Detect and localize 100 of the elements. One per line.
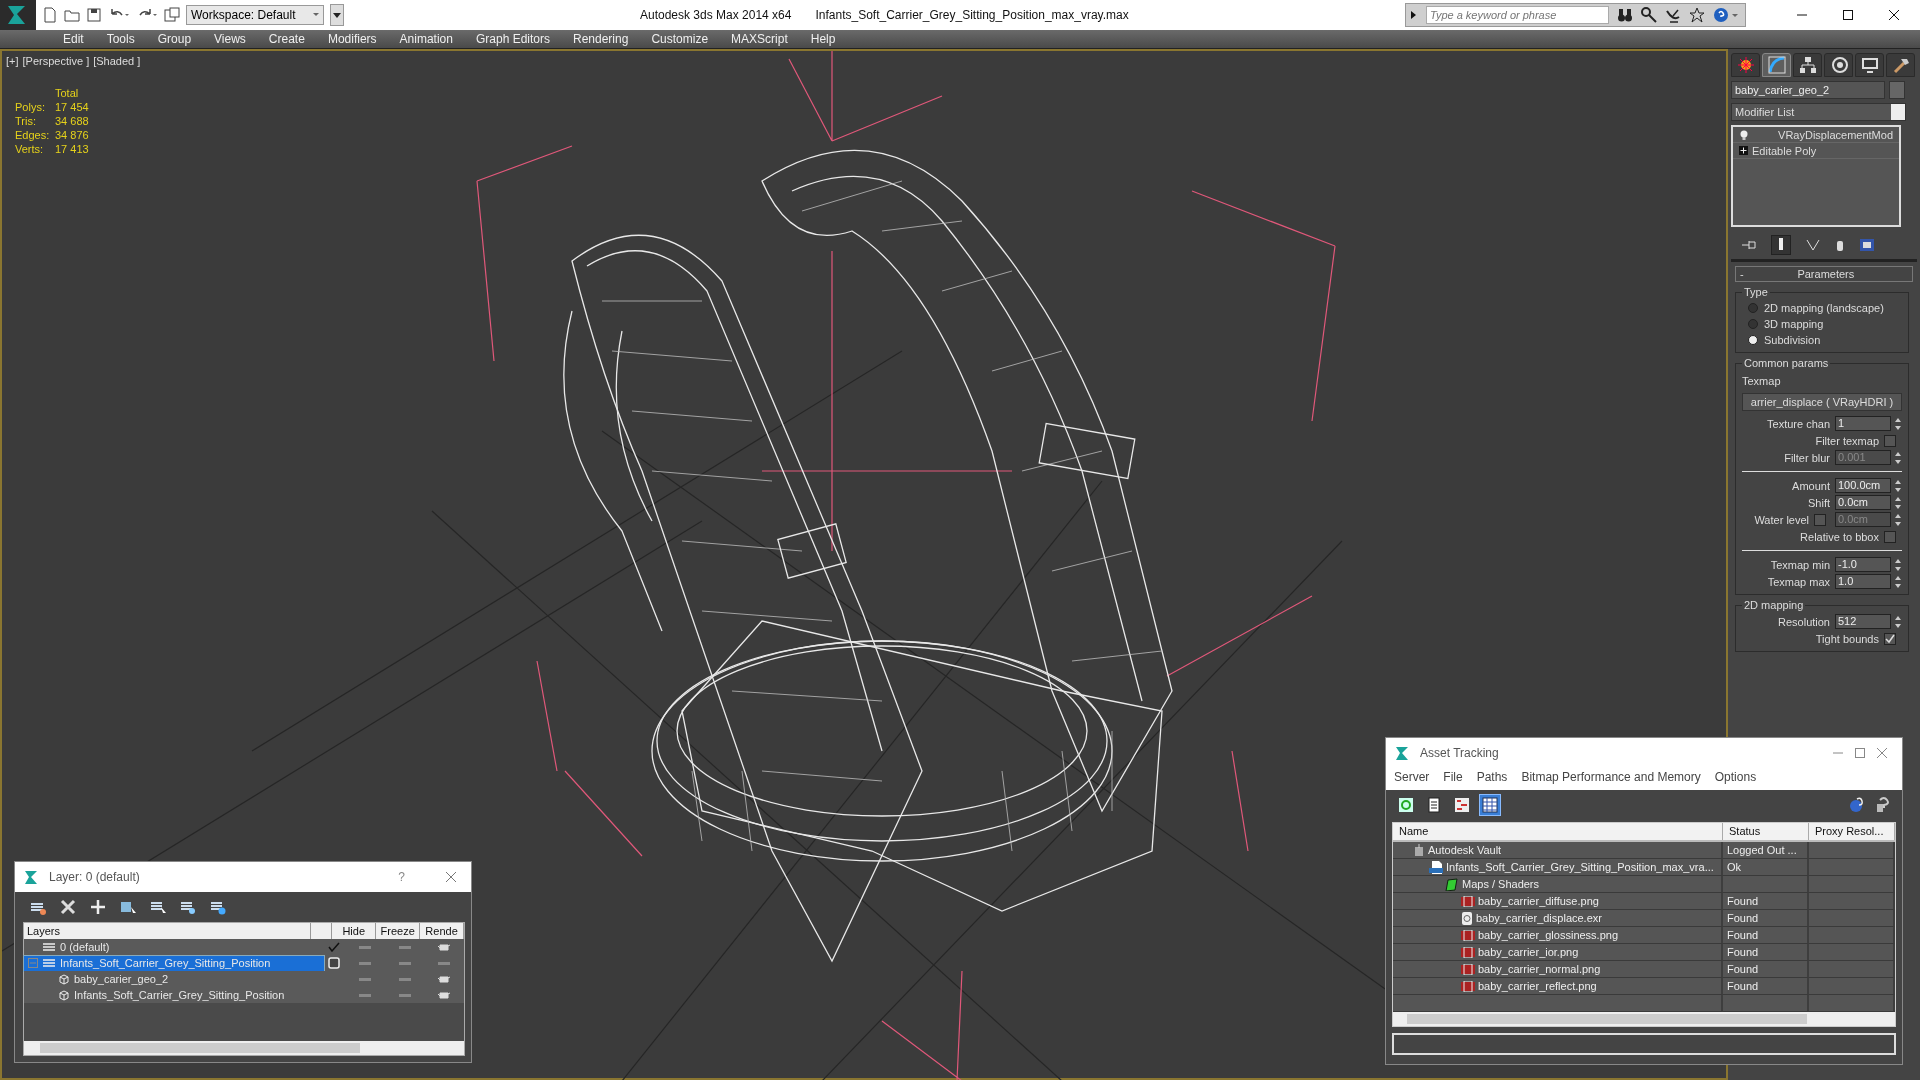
spinner-field[interactable]: 0.0cm <box>1835 495 1891 510</box>
asset-name-cell[interactable]: baby_carrier_diffuse.png <box>1393 893 1723 910</box>
hide-toggle[interactable] <box>359 945 372 949</box>
menu-item[interactable]: File <box>1443 770 1463 784</box>
star-icon[interactable] <box>1689 7 1705 23</box>
sun-icon[interactable] <box>1736 56 1755 74</box>
hide-toggle[interactable] <box>359 961 372 965</box>
menu-item[interactable]: Help <box>799 32 848 46</box>
asset-name-cell[interactable]: baby_carrier_normal.png <box>1393 961 1723 978</box>
hierarchy-icon[interactable] <box>1798 56 1817 74</box>
close-icon[interactable] <box>1888 9 1900 21</box>
spinner-arrows-icon[interactable] <box>1894 495 1902 510</box>
spinner-field[interactable]: 1 <box>1835 416 1891 431</box>
lightbulb-icon[interactable] <box>1739 129 1749 140</box>
app-logo[interactable] <box>0 0 36 30</box>
new-file-icon[interactable] <box>42 7 58 23</box>
freeze-toggle[interactable] <box>398 977 411 981</box>
pin-icon[interactable] <box>1741 238 1757 252</box>
spinner-arrows-icon[interactable] <box>1894 478 1902 493</box>
layer-name-cell[interactable]: 0 (default) <box>24 939 324 955</box>
menu-item[interactable]: Create <box>257 32 317 46</box>
help-button[interactable]: ? <box>398 870 405 884</box>
modifier-stack-item[interactable]: VRayDisplacementMod <box>1733 127 1899 143</box>
spinner-field[interactable]: 1.0 <box>1835 574 1891 589</box>
menu-item[interactable]: Views <box>203 32 258 46</box>
spinner-arrows-icon[interactable] <box>1894 574 1902 589</box>
color-swatch[interactable] <box>1889 81 1905 99</box>
asset-name-cell[interactable]: Maps / Shaders <box>1393 876 1723 893</box>
modifier-stack-item[interactable]: Editable Poly <box>1733 143 1899 159</box>
checkbox-icon[interactable] <box>328 957 341 969</box>
freeze-toggle[interactable] <box>398 945 411 949</box>
menu-item[interactable]: Server <box>1394 770 1430 784</box>
column-header[interactable]: Proxy Resol... <box>1809 823 1895 840</box>
menu-item[interactable]: Tools <box>95 32 147 46</box>
fork-icon[interactable] <box>1805 238 1821 252</box>
spinner-field[interactable]: 512 <box>1835 614 1891 629</box>
menu-item[interactable]: Customize <box>640 32 721 46</box>
layer-row[interactable]: Infants_Soft_Carrier_Grey_Sitting_Position <box>24 987 464 1003</box>
object-name-field[interactable]: baby_carier_geo_2 <box>1731 81 1885 99</box>
checkbox[interactable] <box>1884 434 1896 447</box>
scrollbar-thumb[interactable] <box>40 1043 360 1053</box>
create-tab[interactable] <box>1731 53 1760 77</box>
show-end-result-button[interactable] <box>1771 235 1791 255</box>
table-view-button[interactable] <box>1480 795 1500 815</box>
freeze-toggle[interactable] <box>398 961 411 965</box>
column-header[interactable]: Status <box>1723 823 1809 840</box>
layer-row[interactable]: 0 (default) <box>24 939 464 955</box>
layer-name-cell[interactable]: Infants_Soft_Carrier_Grey_Sitting_Position <box>24 987 324 1003</box>
teapot-icon[interactable] <box>437 974 452 984</box>
hide-toggle[interactable] <box>359 993 372 997</box>
monitor-icon[interactable] <box>1860 56 1879 74</box>
spinner-arrows-icon[interactable] <box>1894 557 1902 572</box>
checkbox[interactable] <box>1884 632 1896 645</box>
motion-tab[interactable] <box>1824 53 1853 77</box>
utilities-tab[interactable] <box>1886 53 1915 77</box>
layer-name-cell[interactable]: Infants_Soft_Carrier_Grey_Sitting_Position <box>24 955 324 971</box>
search-field[interactable]: Type a keyword or phrase <box>1426 6 1609 24</box>
spinner-field[interactable]: 100.0cm <box>1835 478 1891 493</box>
menu-item[interactable]: Animation <box>388 32 465 46</box>
texmap-button[interactable]: arrier_displace ( VRayHDRI ) <box>1742 393 1902 411</box>
menu-item[interactable]: Options <box>1714 770 1757 784</box>
workspace-dropdown[interactable]: Workspace: Default <box>186 5 324 25</box>
layer-name-cell[interactable]: baby_carier_geo_2 <box>24 971 324 987</box>
layer-row[interactable]: Infants_Soft_Carrier_Grey_Sitting_Position <box>24 955 464 971</box>
asset-name-cell[interactable]: baby_carrier_reflect.png <box>1393 978 1723 995</box>
asset-name-cell[interactable]: Infants_Soft_Carrier_Grey_Sitting_Position_max_vra... <box>1393 859 1723 876</box>
expand-arrow-icon[interactable] <box>1408 8 1418 22</box>
radio-option[interactable]: Subdivision <box>1742 332 1902 348</box>
help-icon[interactable] <box>1713 7 1739 23</box>
viewport-label[interactable]: [+] <box>6 55 19 67</box>
menu-item[interactable]: Modifiers <box>316 32 389 46</box>
configure-icon[interactable] <box>1859 238 1875 252</box>
folder-icon[interactable] <box>64 7 80 23</box>
modifier-list-dropdown[interactable]: Modifier List <box>1731 103 1906 121</box>
scrollbar-thumb[interactable] <box>1407 1014 1807 1024</box>
menu-item[interactable]: Paths <box>1476 770 1508 784</box>
horizontal-scrollbar[interactable] <box>1393 1012 1895 1026</box>
menu-item[interactable]: MAXScript <box>720 32 800 46</box>
add-icon[interactable] <box>89 898 107 916</box>
radio-option[interactable]: 2D mapping (landscape) <box>1742 300 1902 316</box>
viewport-label[interactable]: [Shaded ] <box>93 55 141 67</box>
hierarchy-tab[interactable] <box>1793 53 1822 77</box>
project-icon[interactable] <box>164 7 180 23</box>
maximize-icon[interactable] <box>1842 9 1854 21</box>
spinner-arrows-icon[interactable] <box>1894 512 1902 527</box>
display-tab[interactable] <box>1855 53 1884 77</box>
checkbox[interactable] <box>1884 530 1896 543</box>
spinner-field[interactable]: -1.0 <box>1835 557 1891 572</box>
teapot-icon[interactable] <box>437 990 452 1000</box>
refresh-button[interactable] <box>1396 795 1416 815</box>
checkmark-icon[interactable] <box>328 942 341 952</box>
delete-icon[interactable] <box>59 898 77 916</box>
spinner-arrows-icon[interactable] <box>1894 450 1902 465</box>
layer-row[interactable]: baby_carier_geo_2 <box>24 971 464 987</box>
teapot-icon[interactable] <box>437 942 452 952</box>
column-header[interactable]: Name <box>1393 823 1723 840</box>
horizontal-scrollbar[interactable] <box>24 1041 464 1055</box>
help-globe-icon[interactable] <box>1848 796 1866 814</box>
freeze-toggle[interactable] <box>398 993 411 997</box>
save-icon[interactable] <box>86 7 102 23</box>
